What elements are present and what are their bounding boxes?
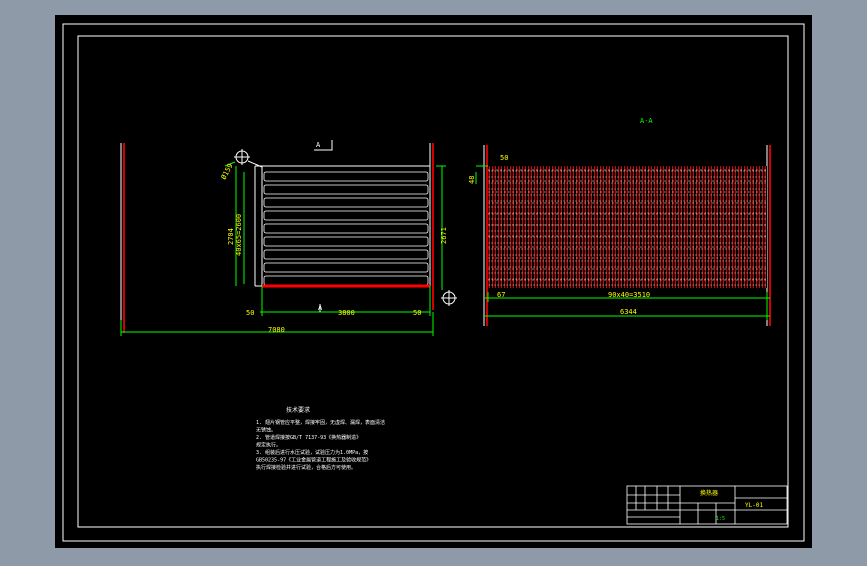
- title-block-drawing-no: YL-01: [745, 502, 763, 509]
- title-block-name: 换热器: [700, 489, 718, 497]
- dim-left-offset: 50: [246, 309, 254, 317]
- notes-line: GB50235-97《工业金属管道工程施工及验收规范》: [256, 457, 371, 464]
- dim-left-offset-r: 48: [468, 176, 476, 184]
- drawing-canvas: A A Ø159 2704 40x65=2600 2671 50 3800 50…: [55, 15, 812, 548]
- finned-tube-bank: [488, 166, 767, 288]
- notes-line: 无锈蚀。: [256, 427, 276, 434]
- dim-height-inner: 40x65=2600: [235, 214, 243, 256]
- dim-overall-width: 7080: [268, 326, 285, 334]
- dim-right-height: 2671: [440, 227, 448, 244]
- notes-line: 执行焊接检验并进行试验，合格后方可使用。: [256, 464, 356, 471]
- section-title: A-A: [640, 117, 653, 125]
- dim-left-margin: 67: [497, 291, 505, 299]
- dim-top-offset: 50: [500, 154, 508, 162]
- dim-overall-width-r: 6344: [620, 308, 637, 316]
- notes-line: 1. 翅片钢管应平整，焊接牢固，无虚焊、漏焊，表面清洁: [256, 419, 385, 426]
- notes-title: 技术要求: [286, 406, 310, 414]
- tube-bank: [261, 165, 431, 287]
- title-block-scale: 1:5: [716, 516, 725, 522]
- notes-line: 3. 组装后进行水压试验，试验压力为1.0MPa，按: [256, 449, 368, 456]
- notes-line: 规定执行。: [256, 442, 281, 449]
- dim-mid-width: 3800: [338, 309, 355, 317]
- dim-right-offset: 50: [413, 309, 421, 317]
- dim-fin-pitch: 90x40=3510: [608, 291, 650, 299]
- notes-line: 2. 管道焊接按GB/T 7137-93《换热器制造》: [256, 434, 361, 441]
- dim-height-outer: 2704: [227, 228, 235, 245]
- cad-viewport[interactable]: A A Ø159 2704 40x65=2600 2671 50 3800 50…: [0, 0, 867, 562]
